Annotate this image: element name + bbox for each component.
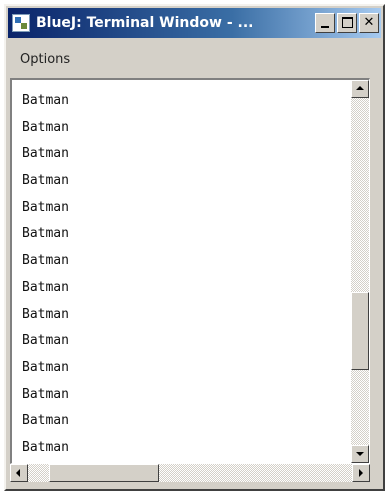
- terminal-line: Batman: [22, 333, 69, 349]
- bluej-app-icon[interactable]: [12, 14, 30, 32]
- terminal-line: Batman: [22, 253, 69, 269]
- window-controls: ✕: [313, 13, 379, 33]
- terminal-line: Batman: [22, 146, 69, 162]
- terminal-line: Batman: [22, 93, 69, 108]
- close-button[interactable]: ✕: [359, 13, 379, 33]
- maximize-button[interactable]: [337, 13, 357, 33]
- horizontal-scroll-thumb[interactable]: [49, 464, 160, 482]
- vertical-scroll-thumb[interactable]: [351, 291, 369, 370]
- terminal-lines: Batman Batman Batman Batman Batman Batma…: [22, 88, 345, 462]
- scroll-right-icon[interactable]: [352, 464, 370, 482]
- terminal-line: Batman: [22, 173, 69, 189]
- scroll-left-icon[interactable]: [10, 464, 28, 482]
- terminal-line: Batman: [22, 199, 69, 215]
- menu-bar: Options: [8, 40, 381, 78]
- terminal-line: Batman: [22, 359, 69, 375]
- terminal-line: Batman: [22, 413, 69, 429]
- terminal-line: Batman: [22, 226, 69, 242]
- menu-options[interactable]: Options: [8, 52, 70, 67]
- terminal-line: Batman: [22, 306, 69, 322]
- title-bar[interactable]: BlueJ: Terminal Window - ... ✕: [8, 8, 381, 38]
- minimize-button[interactable]: [315, 13, 335, 33]
- horizontal-scrollbar[interactable]: [10, 464, 370, 482]
- terminal-line: Batman: [22, 119, 69, 135]
- scroll-down-icon[interactable]: [351, 445, 369, 463]
- window-title: BlueJ: Terminal Window - ...: [36, 15, 254, 31]
- terminal-line: Batman: [22, 279, 69, 295]
- vertical-scrollbar[interactable]: [351, 80, 369, 463]
- terminal-output[interactable]: Batman Batman Batman Batman Batman Batma…: [10, 78, 370, 464]
- scroll-up-icon[interactable]: [351, 80, 369, 98]
- terminal-line: Batman: [22, 439, 69, 455]
- terminal-line: Batman: [22, 386, 69, 402]
